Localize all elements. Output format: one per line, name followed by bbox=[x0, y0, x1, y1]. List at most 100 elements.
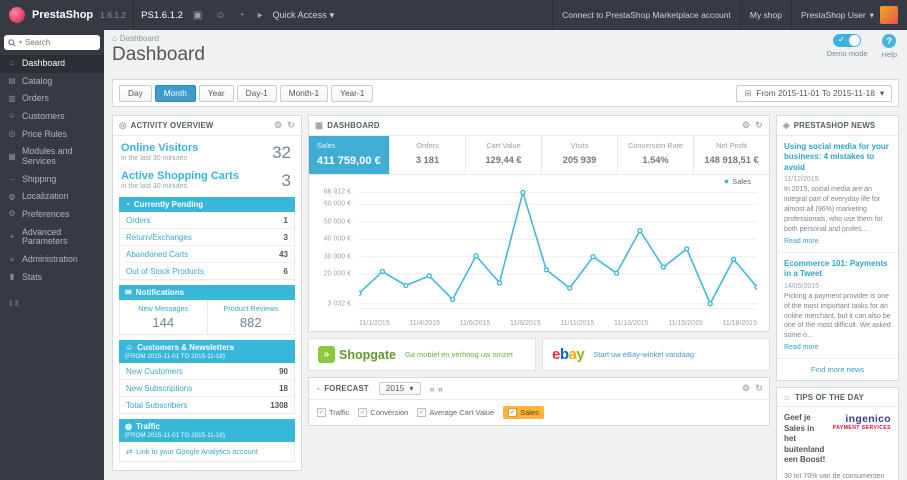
sidebar-item-administration[interactable]: ≡ Administration bbox=[0, 251, 104, 269]
read-more-link[interactable]: Read more bbox=[784, 238, 819, 245]
legend-label: Traffic bbox=[329, 408, 350, 417]
tips-icon: ☼ bbox=[783, 392, 791, 403]
chart-legend-sales[interactable]: ● Sales bbox=[724, 177, 751, 187]
pending-row-abandoned-carts[interactable]: Abandoned Carts 43 bbox=[120, 246, 294, 263]
header-actions: ✓ Demo mode ? Help bbox=[827, 34, 897, 59]
sidebar-item-localization[interactable]: ◍ Localization bbox=[0, 188, 104, 206]
marketplace-link[interactable]: Connect to PrestaShop Marketplace accoun… bbox=[552, 0, 740, 30]
debug-icon[interactable]: ▸ bbox=[255, 10, 266, 21]
toggle-switch[interactable]: ✓ bbox=[833, 34, 862, 47]
filter-day-1-button[interactable]: Day-1 bbox=[236, 84, 277, 102]
prev-year-icon[interactable]: « bbox=[430, 384, 435, 394]
forecast-year-select[interactable]: 2015 ▾ bbox=[378, 382, 421, 395]
next-year-icon[interactable]: » bbox=[438, 384, 443, 394]
active-carts-row[interactable]: Active Shopping Carts in the last 30 min… bbox=[113, 164, 301, 192]
article-title-link[interactable]: Using social media for your business: 4 … bbox=[784, 142, 891, 173]
pending-table: Orders 1 Return/Exchanges 3 Abandoned Cart… bbox=[119, 212, 295, 280]
legend-item-sales[interactable]: ✓ Sales bbox=[503, 406, 544, 419]
gear-icon[interactable]: ⚙ bbox=[274, 120, 282, 131]
sidebar-item-catalog[interactable]: ▤ Catalog bbox=[0, 73, 104, 91]
online-visitors-sub: in the last 30 minutes bbox=[121, 155, 188, 162]
sidebar-item-stats[interactable]: ▮ Stats bbox=[0, 269, 104, 287]
product-reviews-cell[interactable]: Product Reviews 882 bbox=[206, 300, 295, 334]
x-tick-label: 11/13/2015 bbox=[614, 320, 649, 327]
divider bbox=[133, 0, 135, 30]
kpi-visits[interactable]: Visits 205 939 bbox=[542, 136, 618, 174]
dashboard-icon: ▦ bbox=[315, 120, 324, 130]
refresh-icon[interactable]: ↻ bbox=[755, 383, 763, 394]
help-button[interactable]: ? Help bbox=[882, 34, 897, 59]
kpi-orders[interactable]: Orders 3 181 bbox=[390, 136, 466, 174]
stats-icon[interactable]: ◔ bbox=[236, 10, 248, 21]
sidebar-item-customers[interactable]: ☺ Customers bbox=[0, 108, 104, 126]
y-tick-label: 40 000 € bbox=[323, 235, 351, 243]
pending-row-out-of-stock[interactable]: Out of Stock Products 6 bbox=[120, 263, 294, 279]
find-more-news-link[interactable]: Find more news bbox=[777, 359, 898, 380]
kpi-cart-value[interactable]: Cart Value 129,44 € bbox=[466, 136, 542, 174]
filter-year-button[interactable]: Year bbox=[198, 84, 234, 102]
y-tick-label: 60 000 € bbox=[323, 200, 351, 208]
ebay-cta-link[interactable]: Start uw eBay-winkel vandaag bbox=[593, 350, 694, 359]
row-label: Out of Stock Products bbox=[126, 266, 204, 276]
shopgate-cta-link[interactable]: Ga mobiel en verhoog uw omzet bbox=[405, 350, 513, 359]
kpi-value: 411 759,00 € bbox=[317, 155, 381, 167]
x-tick-label: 11/4/2015 bbox=[409, 320, 440, 327]
legend-label: Average Cart Value bbox=[429, 408, 495, 417]
y-tick-label: 66 912 € bbox=[323, 188, 351, 196]
filter-month-1-button[interactable]: Month-1 bbox=[279, 84, 329, 102]
kpi-label: Visits bbox=[570, 141, 589, 150]
sidebar-item-modules[interactable]: ▦ Modules and Services bbox=[0, 143, 104, 170]
quick-access-menu[interactable]: Quick Access ▾ bbox=[273, 10, 335, 21]
tips-body: Geef je Sales in het buitenland een Boos… bbox=[777, 407, 898, 480]
filter-month-button[interactable]: Month bbox=[154, 84, 196, 102]
sidebar-menu: ⌂ Dashboard ▤ Catalog ▥ Orders ☺ Customers ◎… bbox=[0, 55, 104, 286]
legend-item-traffic[interactable]: ✓ Traffic bbox=[317, 408, 349, 417]
legend-item-conversion[interactable]: ✓ Conversion bbox=[358, 408, 408, 417]
sidebar-item-price-rules[interactable]: ◎ Price Rules bbox=[0, 126, 104, 144]
sidebar-item-preferences[interactable]: ⚙ Preferences bbox=[0, 206, 104, 224]
dashboard-panel-title: DASHBOARD bbox=[327, 121, 380, 130]
sidebar-item-advanced-parameters[interactable]: + Advanced Parameters bbox=[0, 224, 104, 251]
gear-icon[interactable]: ⚙ bbox=[742, 383, 750, 394]
search-input[interactable] bbox=[25, 38, 84, 47]
sidebar-search[interactable]: ▾ bbox=[4, 35, 100, 50]
new-messages-cell[interactable]: New Messages 144 bbox=[120, 300, 207, 334]
article-title-link[interactable]: Ecommerce 101: Payments in a Tweet bbox=[784, 259, 891, 280]
kpi-conversion-rate[interactable]: Conversion Rate 1.54% bbox=[618, 136, 694, 174]
sidebar-item-shipping[interactable]: → Shipping bbox=[0, 171, 104, 189]
refresh-icon[interactable]: ↻ bbox=[755, 120, 763, 131]
demo-mode-toggle[interactable]: ✓ Demo mode bbox=[827, 34, 868, 59]
sidebar-item-orders[interactable]: ▥ Orders bbox=[0, 90, 104, 108]
kpi-net-profit[interactable]: Net Profit 148 918,51 € bbox=[694, 136, 769, 174]
filter-day-button[interactable]: Day bbox=[119, 84, 152, 102]
breadcrumb: ⌂ Dashboard bbox=[112, 34, 899, 43]
pending-row-orders[interactable]: Orders 1 bbox=[120, 212, 294, 229]
my-shop-link[interactable]: My shop bbox=[739, 0, 791, 30]
customers-icon: ☺ bbox=[7, 111, 17, 121]
google-analytics-link[interactable]: ⇄ Link to your Google Analytics account bbox=[119, 442, 295, 462]
ebay-module-ad: ebay Start uw eBay-winkel vandaag bbox=[542, 338, 770, 371]
customers-icon[interactable]: ☺ bbox=[212, 10, 228, 21]
read-more-link[interactable]: Read more bbox=[784, 344, 819, 351]
cart-icon[interactable]: ▣ bbox=[190, 10, 205, 21]
help-label: Help bbox=[881, 50, 897, 59]
toggle-knob bbox=[849, 35, 861, 46]
user-menu[interactable]: PrestaShop User ▾ bbox=[790, 0, 907, 30]
row-total-subscribers[interactable]: Total Subscribers 1308 bbox=[120, 397, 294, 413]
kpi-sales[interactable]: Sales 411 759,00 € bbox=[309, 136, 390, 174]
row-new-customers[interactable]: New Customers 90 bbox=[120, 363, 294, 380]
calendar-icon: ⊞ bbox=[744, 88, 752, 98]
refresh-icon[interactable]: ↻ bbox=[287, 120, 295, 131]
pending-row-returns[interactable]: Return/Exchanges 3 bbox=[120, 229, 294, 246]
filter-year-1-button[interactable]: Year-1 bbox=[331, 84, 374, 102]
date-range-picker[interactable]: ⊞ From 2015-11-01 To 2015-11-18 ▾ bbox=[736, 84, 892, 102]
sidebar-collapse-button[interactable]: ‖ ‖ bbox=[0, 286, 104, 320]
sidebar-item-dashboard[interactable]: ⌂ Dashboard bbox=[0, 55, 104, 73]
online-visitors-row[interactable]: Online Visitors in the last 30 minutes 3… bbox=[113, 136, 301, 164]
gear-icon[interactable]: ⚙ bbox=[742, 120, 750, 131]
shop-name[interactable]: PS1.6.1.2 bbox=[141, 10, 183, 21]
row-new-subscriptions[interactable]: New Subscriptions 18 bbox=[120, 380, 294, 397]
legend-item-average-cart-value[interactable]: ✓ Average Cart Value bbox=[417, 408, 494, 417]
tips-heading: Geef je Sales in het buitenland een Boos… bbox=[784, 413, 826, 464]
search-scope-caret-icon[interactable]: ▾ bbox=[19, 39, 22, 46]
